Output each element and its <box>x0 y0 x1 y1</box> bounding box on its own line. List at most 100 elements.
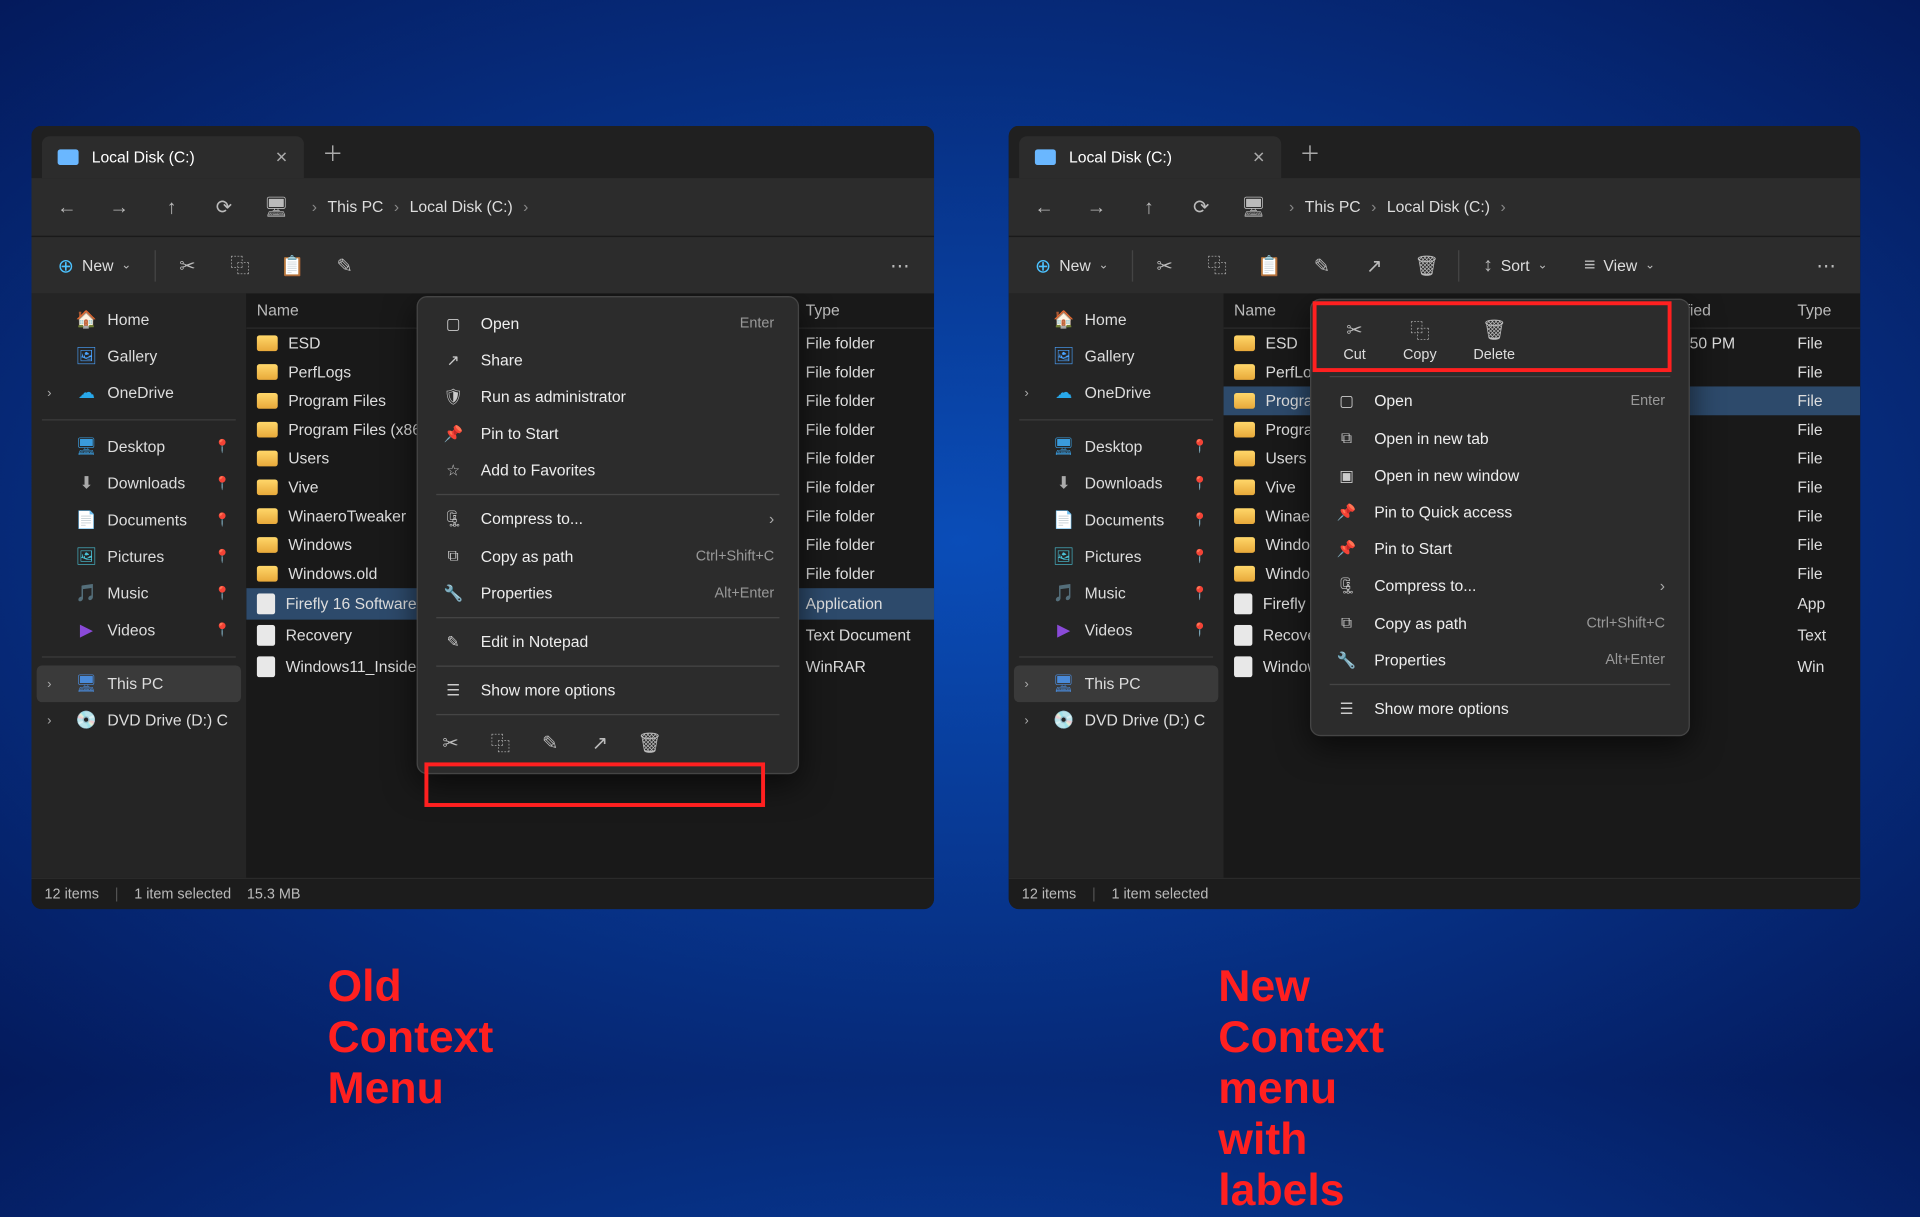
paste-button[interactable]: 📋 <box>271 246 313 285</box>
sidebar-item-thispc[interactable]: › 🖥 This PC <box>1014 665 1218 702</box>
more-button[interactable]: ⋯ <box>1805 246 1847 285</box>
close-tab-icon[interactable]: ✕ <box>1252 148 1265 166</box>
ctx-delete-button[interactable]: 🗑 Delete <box>1473 318 1515 363</box>
ctx-copy-as-path[interactable]: ⧉ Copy as path Ctrl+Shift+C <box>1319 604 1681 642</box>
ctx-edit-in-notepad[interactable]: ✎ Edit in Notepad <box>426 624 790 661</box>
folder-icon <box>1234 537 1255 553</box>
gallery-icon: 🖼 <box>76 346 97 367</box>
ctx-run-as-administrator[interactable]: 🛡 Run as administrator <box>426 379 790 416</box>
share-button[interactable]: ↗ <box>1353 246 1395 285</box>
cut-button[interactable]: ✂ <box>167 246 209 285</box>
new-tab-button[interactable]: ＋ <box>1300 136 1321 167</box>
ctx-open[interactable]: ▢ Open Enter <box>1319 383 1681 420</box>
pin-icon: 📍 <box>1192 513 1208 527</box>
up-button[interactable]: ↑ <box>149 185 194 230</box>
ctx-share-button[interactable]: ↗ <box>588 731 612 755</box>
back-button[interactable]: ← <box>1022 185 1067 230</box>
onedrive-icon: ☁ <box>1053 383 1074 404</box>
delete-button[interactable]: 🗑 <box>1406 246 1448 285</box>
folder-icon <box>1234 479 1255 495</box>
folder-icon <box>257 566 278 582</box>
ctx-open-in-new-tab[interactable]: ⧉ Open in new tab <box>1319 419 1681 457</box>
dvd-icon: 💿 <box>76 710 97 731</box>
sidebar-item-videos[interactable]: ▶ Videos 📍 <box>1014 612 1218 649</box>
breadcrumb[interactable]: ›This PC ›Local Disk (C:) › <box>1289 198 1506 216</box>
ctx-cut-button[interactable]: ✂ Cut <box>1343 318 1367 363</box>
paste-button[interactable]: 📋 <box>1249 246 1291 285</box>
edit-icon: ✎ <box>441 633 465 651</box>
ctx-copy-button[interactable]: ⿻ <box>489 731 513 755</box>
back-button[interactable]: ← <box>45 185 90 230</box>
ctx-add-to-favorites[interactable]: ☆ Add to Favorites <box>426 452 790 489</box>
copy-button[interactable]: ⿻ <box>219 244 261 287</box>
ctx-pin-to-start[interactable]: 📌 Pin to Start <box>1319 531 1681 568</box>
ctx-compress-to-[interactable]: 🗜 Compress to... › <box>1319 567 1681 604</box>
ctx-show-more-options[interactable]: ☰ Show more options <box>1319 690 1681 727</box>
ctx-cut-button[interactable]: ✂ <box>439 731 463 755</box>
cut-button[interactable]: ✂ <box>1144 246 1186 285</box>
cut-icon: ✂ <box>1343 318 1367 342</box>
ctx-compress-to-[interactable]: 🗜 Compress to... › <box>426 500 790 537</box>
cut-icon: ✂ <box>439 731 463 755</box>
ctx-show-more-options[interactable]: ☰ Show more options <box>426 672 790 709</box>
sidebar-item-desktop[interactable]: 🖥 Desktop 📍 <box>1014 428 1218 465</box>
sidebar-item-desktop[interactable]: 🖥 Desktop 📍 <box>37 428 241 465</box>
copy-button[interactable]: ⿻ <box>1196 244 1238 287</box>
tab-localdisk[interactable]: Local Disk (C:) ✕ <box>42 136 304 178</box>
ctx-properties[interactable]: 🔧 Properties Alt+Enter <box>1319 642 1681 679</box>
pc-icon[interactable]: 🖥 <box>1231 185 1276 230</box>
close-tab-icon[interactable]: ✕ <box>275 148 288 166</box>
ctx-copy-button[interactable]: ⿻ Copy <box>1403 318 1437 363</box>
sidebar-item-gallery[interactable]: 🖼 Gallery <box>1014 338 1218 375</box>
sidebar-item-onedrive[interactable]: › ☁ OneDrive <box>1014 375 1218 412</box>
sidebar-item-documents[interactable]: 📄 Documents 📍 <box>1014 502 1218 539</box>
refresh-button[interactable]: ⟳ <box>202 185 247 230</box>
sidebar-item-dvd[interactable]: › 💿 DVD Drive (D:) C <box>1014 702 1218 739</box>
ctx-pin-to-quick-access[interactable]: 📌 Pin to Quick access <box>1319 494 1681 531</box>
sidebar-item-videos[interactable]: ▶ Videos 📍 <box>37 612 241 649</box>
sidebar-item-gallery[interactable]: 🖼 Gallery <box>37 338 241 375</box>
sidebar-item-dvd[interactable]: › 💿 DVD Drive (D:) C <box>37 702 241 739</box>
ctx-open[interactable]: ▢ Open Enter <box>426 305 790 342</box>
ctx-delete-button[interactable]: 🗑 <box>638 731 662 755</box>
ctx-icon-row: ✂ ⿻ ✎ ↗ 🗑 <box>426 720 790 765</box>
sidebar-item-pictures[interactable]: 🖼 Pictures 📍 <box>37 538 241 575</box>
tab-localdisk[interactable]: Local Disk (C:) ✕ <box>1019 136 1281 178</box>
sidebar-item-pictures[interactable]: 🖼 Pictures 📍 <box>1014 538 1218 575</box>
ctx-rename-button[interactable]: ✎ <box>538 731 562 755</box>
new-button[interactable]: ⊕New⌄ <box>1022 246 1122 285</box>
sort-button[interactable]: ↕Sort⌄ <box>1470 246 1560 284</box>
more-button[interactable]: ⋯ <box>879 246 921 285</box>
up-button[interactable]: ↑ <box>1127 185 1172 230</box>
ctx-copy-as-path[interactable]: ⧉ Copy as path Ctrl+Shift+C <box>426 537 790 575</box>
file-icon <box>257 593 275 614</box>
sidebar-item-downloads[interactable]: ⬇ Downloads 📍 <box>37 465 241 502</box>
sidebar-item-thispc[interactable]: › 🖥 This PC <box>37 665 241 702</box>
caption-new: New Context menu with labels <box>1218 962 1384 1217</box>
sidebar-item-documents[interactable]: 📄 Documents 📍 <box>37 502 241 539</box>
ctx-open-in-new-window[interactable]: ▣ Open in new window <box>1319 457 1681 494</box>
rename-button[interactable]: ✎ <box>1301 246 1343 285</box>
sidebar-item-onedrive[interactable]: › ☁ OneDrive <box>37 375 241 412</box>
ctx-share[interactable]: ↗ Share <box>426 342 790 379</box>
forward-button[interactable]: → <box>97 185 142 230</box>
view-button[interactable]: ≡View⌄ <box>1571 246 1668 284</box>
sidebar-item-downloads[interactable]: ⬇ Downloads 📍 <box>1014 465 1218 502</box>
sidebar-item-home[interactable]: 🏠 Home <box>37 301 241 338</box>
caption-old: Old Context Menu <box>328 962 494 1115</box>
zip-icon: 🗜 <box>1335 576 1359 594</box>
new-tab-button[interactable]: ＋ <box>322 136 343 167</box>
forward-button[interactable]: → <box>1074 185 1119 230</box>
pc-icon[interactable]: 🖥 <box>254 185 299 230</box>
sidebar-item-music[interactable]: 🎵 Music 📍 <box>1014 575 1218 612</box>
rename-button[interactable]: ✎ <box>324 246 366 285</box>
refresh-button[interactable]: ⟳ <box>1179 185 1224 230</box>
sidebar-item-home[interactable]: 🏠 Home <box>1014 301 1218 338</box>
folder-icon <box>1234 566 1255 582</box>
sidebar-item-music[interactable]: 🎵 Music 📍 <box>37 575 241 612</box>
new-button[interactable]: ⊕New⌄ <box>45 246 145 285</box>
breadcrumb[interactable]: ›This PC ›Local Disk (C:) › <box>312 198 529 216</box>
ctx-properties[interactable]: 🔧 Properties Alt+Enter <box>426 575 790 612</box>
ctx-pin-to-start[interactable]: 📌 Pin to Start <box>426 415 790 452</box>
folder-icon <box>257 335 278 351</box>
